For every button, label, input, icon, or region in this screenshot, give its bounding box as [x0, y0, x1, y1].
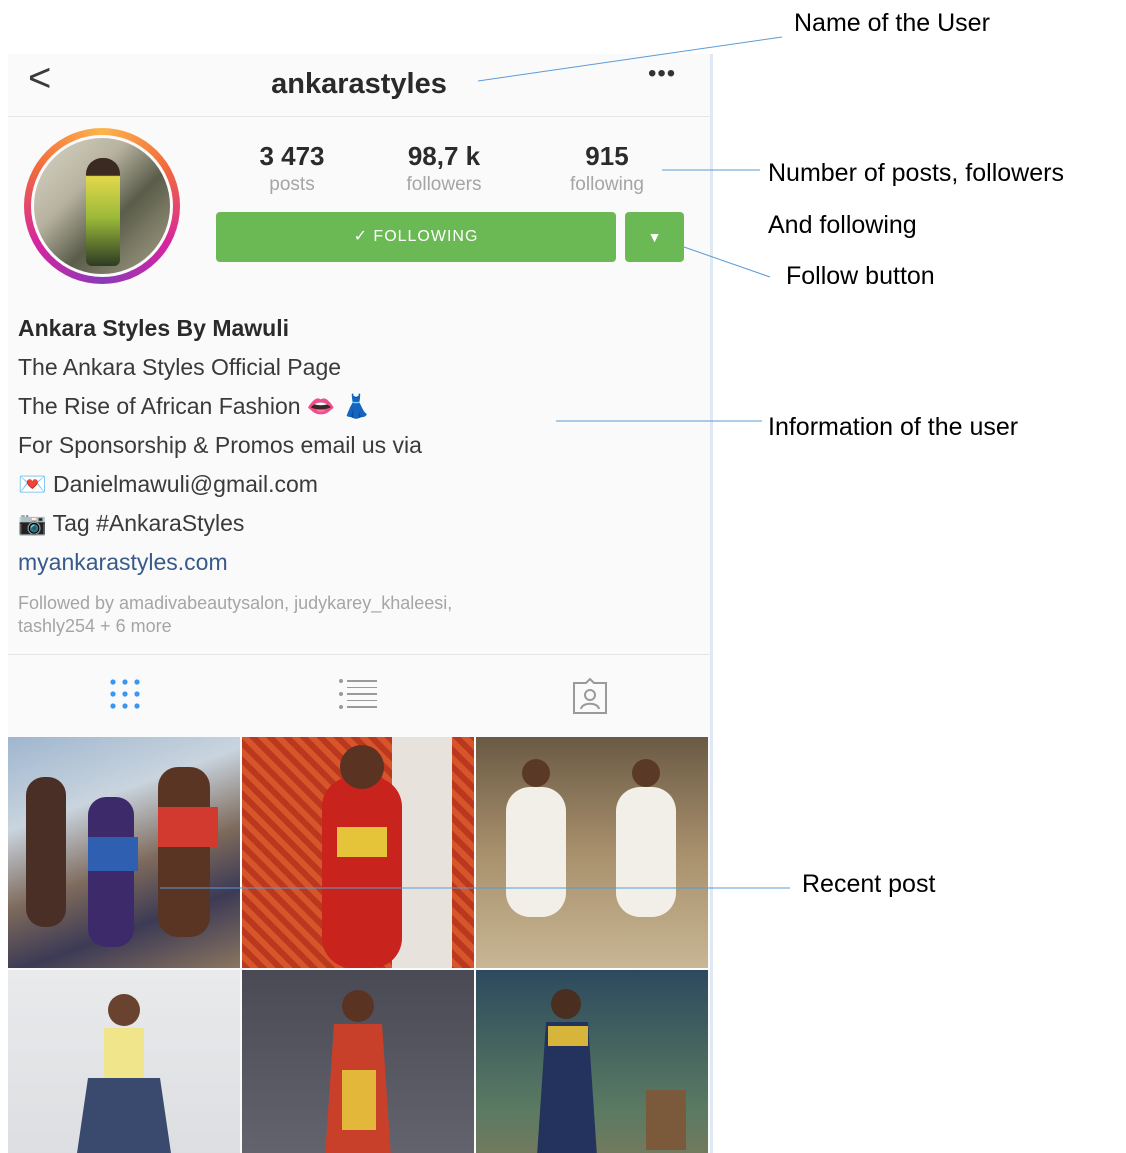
profile-bio: Ankara Styles By Mawuli The Ankara Style… — [18, 309, 698, 638]
tab-grid[interactable] — [108, 677, 142, 716]
followers-label: followers — [406, 174, 482, 195]
bio-hashtag-line: 📷 Tag #AnkaraStyles — [18, 510, 245, 536]
bio-line: The Ankara Styles Official Page — [18, 354, 342, 380]
following-count: 915 — [585, 141, 629, 171]
triangle-down-icon: ▼ — [647, 229, 662, 245]
post-thumbnail[interactable] — [476, 737, 708, 968]
following-button[interactable]: ✓ FOLLOWING — [216, 212, 616, 262]
bio-line: For Sponsorship & Promos email us via — [18, 432, 422, 458]
post-thumbnail[interactable] — [476, 970, 708, 1153]
tagged-icon — [573, 677, 607, 714]
post-thumbnail[interactable] — [242, 737, 474, 968]
profile-tabs — [8, 654, 710, 737]
annotation-follow-button: Follow button — [786, 262, 935, 290]
annotation-recent-post: Recent post — [802, 870, 936, 898]
post-thumbnail[interactable] — [8, 970, 240, 1153]
tab-tagged[interactable] — [571, 677, 609, 720]
annotation-stats-cont: And following — [768, 211, 917, 239]
website-link[interactable]: myankarastyles.com — [18, 543, 698, 582]
bio-email-line: 💌 Danielmawuli@gmail.com — [18, 471, 318, 497]
posts-count: 3 473 — [259, 141, 325, 171]
followed-by-line: Followed by amadivabeautysalon, judykare… — [18, 593, 453, 613]
story-ring[interactable] — [24, 128, 180, 284]
nav-bar: < ankarastyles ••• — [8, 54, 710, 117]
posts-label: posts — [269, 174, 315, 195]
post-thumbnail[interactable] — [242, 970, 474, 1153]
annotation-stats: Number of posts, followers — [768, 159, 1064, 187]
following-label: following — [570, 174, 644, 195]
annotation-name-of-user: Name of the User — [794, 9, 990, 37]
stat-posts[interactable]: 3 473 posts — [222, 141, 362, 196]
grid-icon — [110, 679, 140, 709]
display-name: Ankara Styles By Mawuli — [18, 315, 289, 341]
profile-username: ankarastyles — [271, 68, 447, 100]
avatar — [31, 135, 173, 277]
followed-by-line: tashly254 + 6 more — [18, 616, 172, 636]
stat-following[interactable]: 915 following — [537, 141, 677, 196]
suggestions-dropdown-button[interactable]: ▼ — [625, 212, 684, 262]
more-options-icon[interactable]: ••• — [648, 60, 676, 88]
stat-followers[interactable]: 98,7 k followers — [374, 141, 514, 196]
list-icon — [339, 679, 377, 709]
followed-by[interactable]: Followed by amadivabeautysalon, judykare… — [18, 592, 698, 638]
post-thumbnail[interactable] — [8, 737, 240, 968]
profile-screen: < ankarastyles ••• 3 473 posts 98,7 k fo… — [8, 54, 713, 1153]
annotation-information: Information of the user — [768, 413, 1019, 441]
tab-list[interactable] — [338, 677, 378, 716]
bio-line: The Rise of African Fashion 👄 👗 — [18, 393, 371, 419]
followers-count: 98,7 k — [407, 141, 481, 171]
